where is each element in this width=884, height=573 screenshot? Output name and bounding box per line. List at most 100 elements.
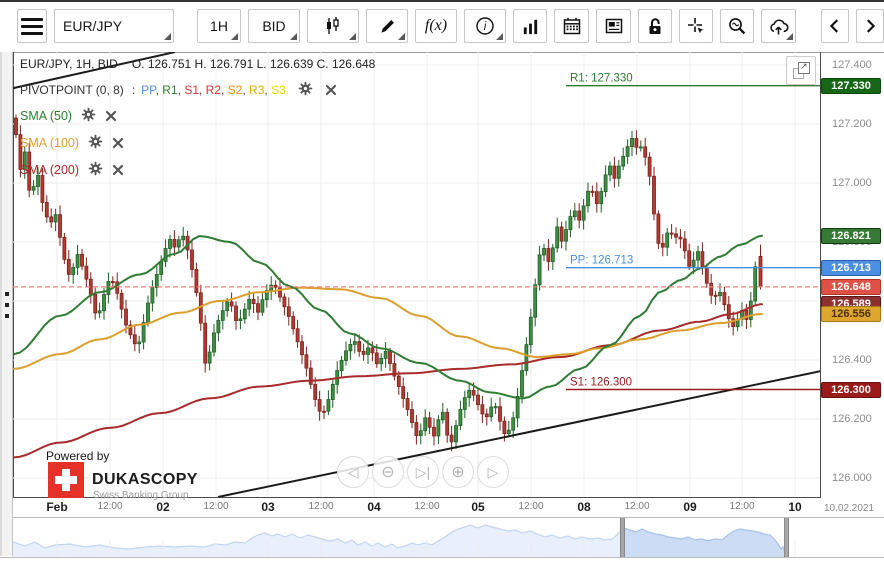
chart-navigator[interactable] bbox=[0, 517, 884, 558]
volume-button[interactable] bbox=[513, 9, 547, 43]
period-label: 1H bbox=[210, 18, 228, 34]
sma-legend-row: SMA (100) bbox=[20, 134, 124, 150]
price-tick: 127.000 bbox=[832, 177, 872, 189]
chart-ohlc: O. 126.751 H. 126.791 L. 126.639 C. 126.… bbox=[131, 57, 376, 71]
chevron-right-icon bbox=[866, 19, 876, 33]
time-tick: 02 bbox=[156, 500, 170, 514]
chart-title: EUR/JPY, 1H, BID bbox=[20, 57, 118, 71]
crosshair-button[interactable] bbox=[679, 9, 713, 43]
svg-text:S1: 126.300: S1: 126.300 bbox=[570, 377, 632, 389]
price-badge: 126.648 bbox=[821, 278, 881, 295]
zoom-data-button[interactable] bbox=[720, 9, 754, 43]
pivot-close-icon[interactable] bbox=[325, 84, 337, 96]
price-badge: 127.330 bbox=[821, 77, 881, 94]
powered-by-label: Powered by bbox=[46, 449, 110, 463]
news-icon bbox=[605, 18, 622, 34]
time-tick: 03 bbox=[261, 500, 275, 514]
brand-tagline: Swiss Banking Group bbox=[93, 490, 189, 501]
info-icon: i bbox=[476, 17, 494, 35]
popup-arrow-icon: ↗ bbox=[800, 61, 808, 71]
price-axis[interactable]: 127.400127.200127.000126.800126.600126.4… bbox=[820, 52, 884, 497]
sma-legend-row: SMA (50) bbox=[20, 107, 117, 123]
time-tick: 09 bbox=[683, 500, 697, 514]
price-side-select[interactable]: BID bbox=[248, 9, 300, 43]
cloud-save-button[interactable] bbox=[761, 9, 796, 43]
side-panel-splitter[interactable] bbox=[0, 52, 13, 556]
price-badge: 126.821 bbox=[821, 227, 881, 244]
crosshair-cursor-icon bbox=[688, 18, 704, 34]
popup-chart-button[interactable]: ↗ bbox=[786, 56, 816, 85]
pivot-item-s3: S3 bbox=[271, 83, 286, 97]
zoom-in-button[interactable]: ⊕ bbox=[442, 456, 474, 488]
sma-close-icon[interactable] bbox=[112, 137, 124, 149]
zoom-out-button[interactable]: ⊖ bbox=[372, 456, 404, 488]
news-button[interactable] bbox=[596, 9, 631, 43]
pivot-indicator-name: PIVOTPOINT (0, 8) bbox=[20, 83, 124, 97]
chart-title-row: EUR/JPY, 1H, BID O. 126.751 H. 126.791 L.… bbox=[20, 57, 375, 71]
svg-text:PP: 126.713: PP: 126.713 bbox=[570, 255, 633, 267]
chart-type-button[interactable] bbox=[307, 9, 359, 43]
sma-settings-icon[interactable] bbox=[81, 107, 96, 122]
sma-legend-row: SMA (200) bbox=[20, 161, 124, 177]
period-select[interactable]: 1H bbox=[197, 9, 241, 43]
price-badge: 126.713 bbox=[821, 259, 881, 276]
pivot-item-s2: S2 bbox=[227, 83, 243, 97]
price-badge: 126.300 bbox=[821, 381, 881, 398]
scroll-left-button[interactable] bbox=[821, 9, 849, 43]
scroll-right-button[interactable] bbox=[856, 9, 884, 43]
instrument-select[interactable]: EUR/JPY bbox=[54, 9, 174, 43]
sma-close-icon[interactable] bbox=[105, 110, 117, 122]
play-button[interactable]: ▷ bbox=[477, 456, 509, 488]
step-back-button[interactable]: ◁ bbox=[337, 456, 369, 488]
price-tick: 127.400 bbox=[832, 59, 872, 71]
candlestick-chart-icon bbox=[327, 17, 339, 34]
time-tick: 05 bbox=[471, 500, 485, 514]
sma-settings-icon[interactable] bbox=[88, 161, 103, 176]
brand-name: DUKASCOPY bbox=[92, 471, 198, 488]
nav-handle-left[interactable] bbox=[620, 518, 625, 557]
axis-date-label: 10.02.2021 bbox=[824, 503, 875, 514]
sma-close-icon[interactable] bbox=[112, 164, 124, 176]
bar-chart-icon bbox=[523, 19, 537, 34]
time-tick: 12:00 bbox=[414, 501, 440, 512]
time-tick: 12:00 bbox=[518, 501, 544, 512]
pivot-item-r2: R2 bbox=[205, 83, 222, 97]
time-tick: 12:00 bbox=[308, 501, 334, 512]
toolbar: EUR/JPY 1H BID f(x) i bbox=[17, 8, 884, 44]
sma-label: SMA (100) bbox=[20, 136, 80, 150]
main-menu-button[interactable] bbox=[17, 9, 47, 43]
pivot-settings-icon[interactable] bbox=[298, 81, 313, 96]
nav-handle-right[interactable] bbox=[784, 518, 789, 557]
svg-text:i: i bbox=[484, 21, 487, 33]
pivot-item-pp: PP bbox=[141, 83, 156, 97]
dukascopy-logo bbox=[48, 462, 84, 498]
hamburger-icon bbox=[21, 17, 43, 35]
lock-button[interactable] bbox=[638, 9, 672, 43]
pivot-item-r1: R1 bbox=[162, 83, 178, 97]
price-side-label: BID bbox=[262, 18, 286, 34]
price-tick: 126.200 bbox=[832, 413, 872, 425]
window-top-border bbox=[0, 0, 884, 2]
svg-text:R1: 127.330: R1: 127.330 bbox=[570, 73, 633, 85]
magnifier-wave-icon bbox=[729, 18, 746, 35]
step-forward-button[interactable]: ▷| bbox=[407, 456, 439, 488]
indicators-button[interactable]: f(x) bbox=[415, 9, 457, 43]
calendar-icon bbox=[563, 17, 580, 35]
pencil-icon bbox=[380, 19, 394, 33]
price-tick: 127.200 bbox=[832, 118, 872, 130]
info-button[interactable]: i bbox=[464, 9, 506, 43]
calendar-button[interactable] bbox=[554, 9, 589, 43]
unlocked-padlock-icon bbox=[649, 18, 661, 34]
time-tick: Feb bbox=[46, 500, 68, 514]
price-badge: 126.556 bbox=[821, 305, 881, 322]
time-tick: 12:00 bbox=[624, 501, 650, 512]
pivot-item-s1: S1 bbox=[184, 83, 199, 97]
chart-canvas[interactable]: R1: 127.330 PP: 126.713 S1: 126.300 ◁ ⊖ ▷| ⊕ ▷… bbox=[13, 52, 820, 501]
sma-label: SMA (200) bbox=[20, 163, 80, 177]
time-tick: 12:00 bbox=[203, 501, 229, 512]
time-tick: 08 bbox=[577, 500, 591, 514]
price-tick: 126.000 bbox=[832, 472, 872, 484]
time-tick: 12:00 bbox=[97, 501, 123, 512]
sma-settings-icon[interactable] bbox=[88, 134, 103, 149]
draw-tools-button[interactable] bbox=[366, 9, 408, 43]
